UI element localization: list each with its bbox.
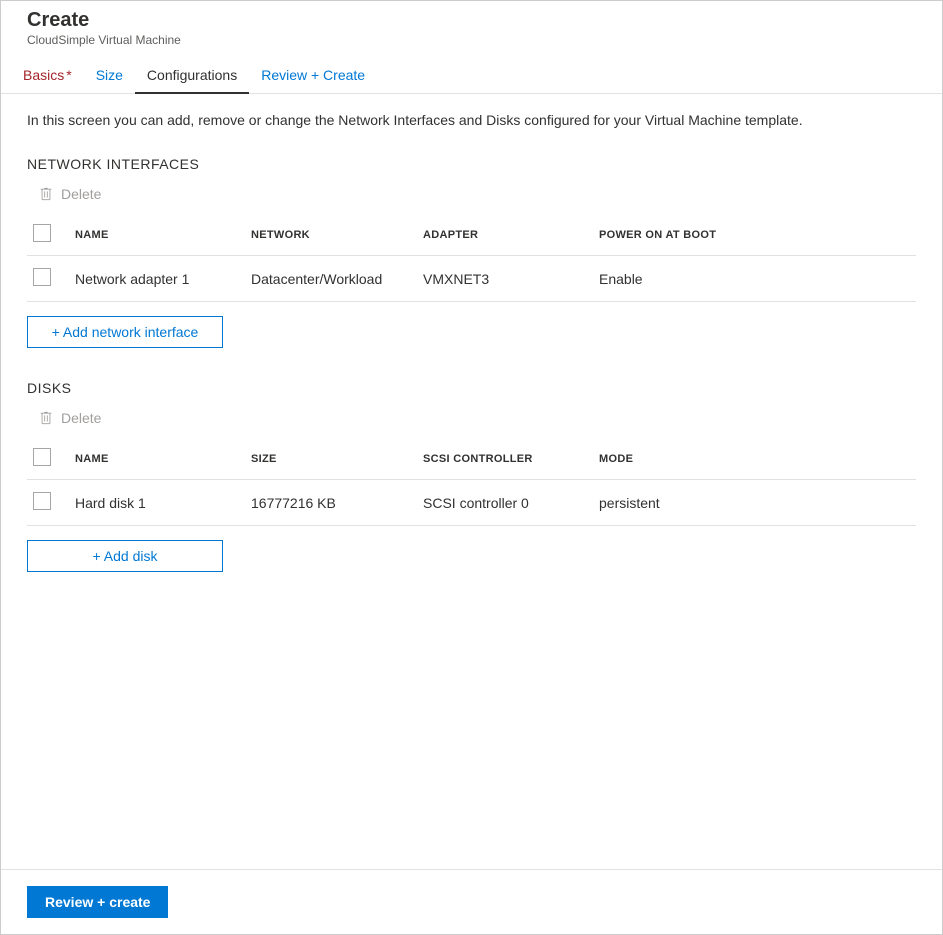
add-network-interface-button[interactable]: + Add network interface — [27, 316, 223, 348]
tab-configurations[interactable]: Configurations — [135, 57, 249, 93]
content-area: In this screen you can add, remove or ch… — [1, 94, 942, 869]
ni-row-power-on: Enable — [591, 256, 916, 302]
ni-row-name: Network adapter 1 — [67, 256, 243, 302]
ni-col-power-on: POWER ON AT BOOT — [591, 214, 916, 256]
table-header-row: NAME NETWORK ADAPTER POWER ON AT BOOT — [27, 214, 916, 256]
table-row[interactable]: Hard disk 1 16777216 KB SCSI controller … — [27, 480, 916, 526]
select-all-ni[interactable] — [27, 214, 67, 256]
ni-col-adapter: ADAPTER — [415, 214, 591, 256]
checkbox-icon — [33, 224, 51, 242]
table-header-row: NAME SIZE SCSI CONTROLLER MODE — [27, 438, 916, 480]
required-marker: * — [66, 67, 71, 83]
tab-basics-label: Basics — [23, 67, 64, 83]
disk-row-checkbox[interactable] — [27, 480, 67, 526]
disk-col-name: NAME — [67, 438, 243, 480]
tab-review-create-label: Review + Create — [261, 67, 365, 83]
checkbox-icon — [33, 268, 51, 286]
page-subtitle: CloudSimple Virtual Machine — [27, 33, 916, 47]
checkbox-icon — [33, 448, 51, 466]
add-disk-button[interactable]: + Add disk — [27, 540, 223, 572]
ni-col-name: NAME — [67, 214, 243, 256]
network-interfaces-section: NETWORK INTERFACES Delete NAME NETWORK A… — [27, 156, 916, 348]
tab-review-create[interactable]: Review + Create — [249, 57, 377, 93]
delete-disk-button[interactable]: Delete — [39, 410, 916, 438]
disk-col-mode: MODE — [591, 438, 916, 480]
review-create-label: Review + create — [45, 894, 150, 910]
delete-network-interface-button[interactable]: Delete — [39, 186, 916, 214]
tab-configurations-label: Configurations — [147, 67, 237, 83]
page-header: Create CloudSimple Virtual Machine — [1, 1, 942, 57]
disks-title: DISKS — [27, 380, 916, 396]
trash-icon — [39, 411, 53, 425]
disk-row-name: Hard disk 1 — [67, 480, 243, 526]
page-title: Create — [27, 9, 916, 32]
delete-disk-label: Delete — [61, 410, 101, 426]
review-create-button[interactable]: Review + create — [27, 886, 168, 918]
checkbox-icon — [33, 492, 51, 510]
ni-col-network: NETWORK — [243, 214, 415, 256]
description-text: In this screen you can add, remove or ch… — [27, 112, 916, 128]
disks-table: NAME SIZE SCSI CONTROLLER MODE Hard disk… — [27, 438, 916, 526]
disks-section: DISKS Delete NAME SIZE SCSI CONTROLLER M… — [27, 380, 916, 572]
disk-row-mode: persistent — [591, 480, 916, 526]
delete-ni-label: Delete — [61, 186, 101, 202]
tab-basics[interactable]: Basics* — [11, 57, 84, 93]
footer: Review + create — [1, 869, 942, 934]
add-ni-label: + Add network interface — [52, 324, 199, 340]
ni-row-network: Datacenter/Workload — [243, 256, 415, 302]
table-row[interactable]: Network adapter 1 Datacenter/Workload VM… — [27, 256, 916, 302]
network-interfaces-table: NAME NETWORK ADAPTER POWER ON AT BOOT Ne… — [27, 214, 916, 302]
tab-size[interactable]: Size — [84, 57, 135, 93]
disk-row-controller: SCSI controller 0 — [415, 480, 591, 526]
trash-icon — [39, 187, 53, 201]
network-interfaces-title: NETWORK INTERFACES — [27, 156, 916, 172]
add-disk-label: + Add disk — [93, 548, 158, 564]
ni-row-adapter: VMXNET3 — [415, 256, 591, 302]
disk-row-size: 16777216 KB — [243, 480, 415, 526]
tab-size-label: Size — [96, 67, 123, 83]
tab-bar: Basics* Size Configurations Review + Cre… — [1, 57, 942, 94]
ni-row-checkbox[interactable] — [27, 256, 67, 302]
disk-col-controller: SCSI CONTROLLER — [415, 438, 591, 480]
select-all-disks[interactable] — [27, 438, 67, 480]
disk-col-size: SIZE — [243, 438, 415, 480]
